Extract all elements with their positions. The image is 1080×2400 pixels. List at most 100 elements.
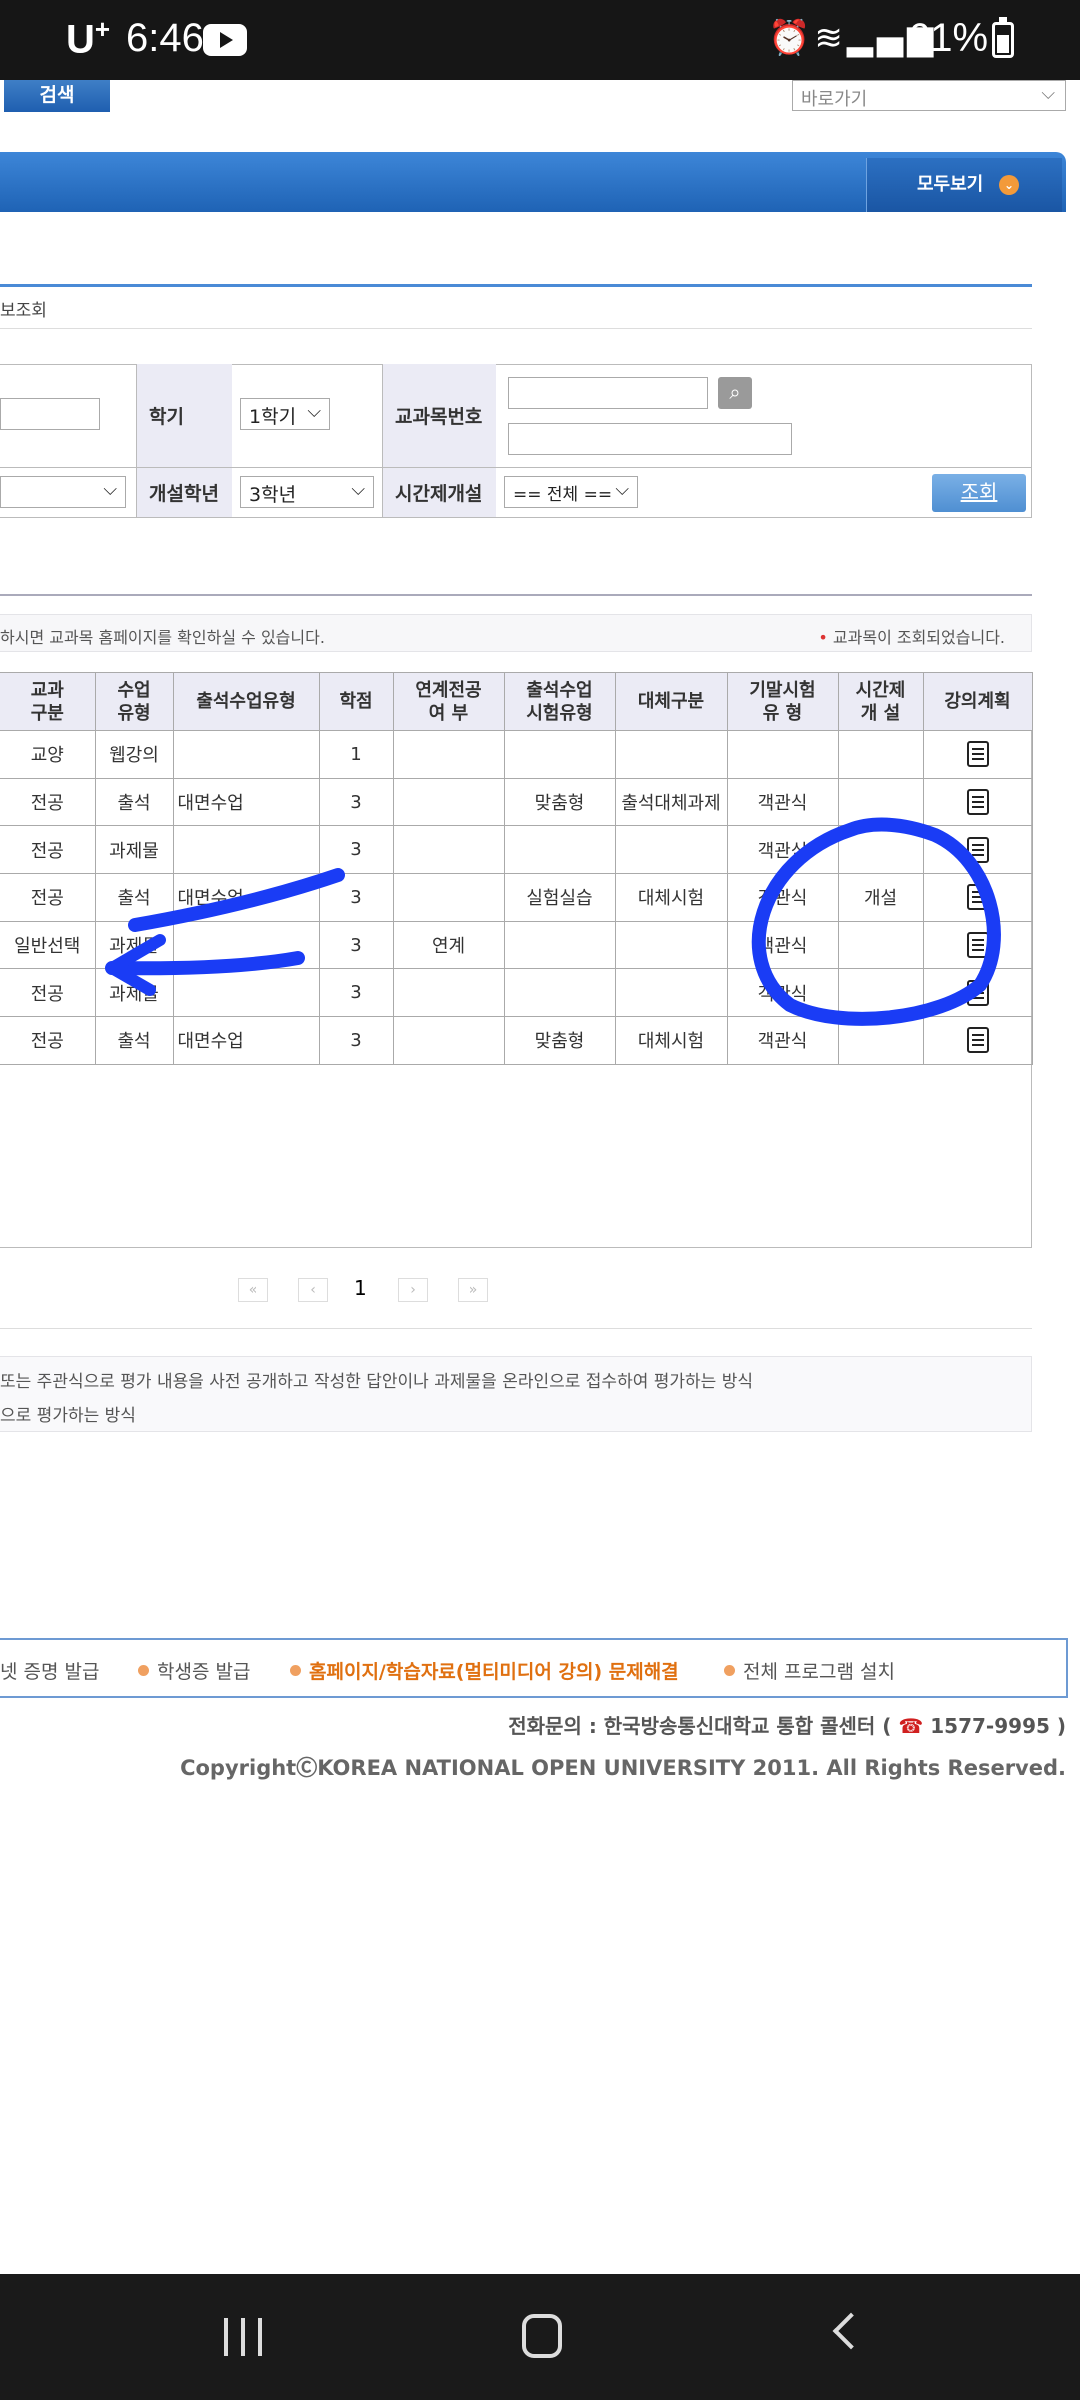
pagination-first[interactable]: «: [238, 1278, 268, 1302]
table-cell: 3: [318, 873, 394, 922]
table-cell: 대면수업: [172, 777, 320, 827]
grade-select[interactable]: 3학년 ⌵: [240, 476, 374, 508]
table-cell: 전공: [0, 873, 96, 922]
col-header-substitute: 대체구분: [614, 672, 728, 731]
table-cell: [837, 1016, 924, 1065]
semester-select[interactable]: 1학기 ⌵: [240, 398, 330, 430]
table-cell: 맞춤형: [503, 1016, 616, 1065]
table-cell: 맞춤형: [503, 777, 616, 827]
battery-percent: 61%: [908, 16, 989, 60]
table-row[interactable]: 교양 웹강의 1: [0, 730, 1033, 779]
table-cell: 과제물: [94, 968, 174, 1018]
table-cell: [172, 730, 320, 779]
table-cell: 웹강의: [94, 730, 174, 779]
pagination-next[interactable]: ›: [398, 1278, 428, 1302]
table-row[interactable]: 전공 출석 대면수업 3 맞춤형 출석대체과제 객관식: [0, 777, 1033, 827]
syllabus-document-icon[interactable]: [966, 836, 989, 863]
alarm-icon: ⏰: [768, 18, 815, 58]
table-cell: 전공: [0, 777, 96, 827]
table-cell: 과제물: [94, 825, 174, 875]
divider: [0, 328, 1032, 329]
table-cell: [837, 730, 924, 779]
table-cell: [837, 920, 924, 970]
table-cell: 전공: [0, 1016, 96, 1065]
table-row[interactable]: 전공 과제물 3 객관식: [0, 825, 1033, 875]
footer-link-troubleshoot[interactable]: 홈페이지/학습자료(멀티미디어 강의) 문제해결: [290, 1657, 679, 1684]
search-icon[interactable]: ⌕: [718, 377, 752, 409]
syllabus-cell[interactable]: [922, 873, 1033, 922]
table-cell: [172, 920, 320, 970]
goto-select[interactable]: 바로가기 ⌵: [792, 80, 1066, 111]
table-row[interactable]: 전공 출석 대면수업 3 맞춤형 대체시험 객관식: [0, 1016, 1033, 1065]
table-cell: 대면수업: [172, 873, 320, 922]
syllabus-cell[interactable]: [922, 777, 1033, 827]
chevron-down-icon: ⌵: [103, 479, 117, 500]
syllabus-document-icon[interactable]: [966, 1027, 989, 1054]
footer-link-student-id[interactable]: 학생증 발급: [138, 1657, 250, 1684]
pagination-current[interactable]: 1: [354, 1276, 367, 1300]
table-row[interactable]: 전공 출석 대면수업 3 실험실습 대체시험 객관식 개설: [0, 873, 1033, 922]
table-cell: [392, 777, 505, 827]
col-header-attendance-type: 출석수업유형: [172, 672, 320, 731]
footer-link-install[interactable]: 전체 프로그램 설치: [724, 1657, 895, 1684]
table-cell: 객관식: [726, 920, 839, 970]
syllabus-document-icon[interactable]: [966, 979, 989, 1006]
table-row[interactable]: 일반선택 과제물 3 연계 객관식: [0, 920, 1033, 970]
syllabus-cell[interactable]: [922, 1016, 1033, 1065]
table-cell: 전공: [0, 825, 96, 875]
table-cell: 3: [318, 825, 394, 875]
youtube-icon: [203, 24, 247, 56]
syllabus-cell[interactable]: [922, 968, 1033, 1018]
course-number-label: 교과목번호: [382, 364, 496, 467]
top-search-button[interactable]: 검색: [0, 80, 110, 112]
department-select[interactable]: ⌵: [0, 476, 126, 508]
page-title: 보조회: [0, 301, 47, 321]
syllabus-document-icon[interactable]: [966, 789, 989, 816]
parttime-select[interactable]: == 전체 == ⌵: [504, 476, 638, 508]
table-cell: [503, 968, 616, 1018]
table-cell: 교양: [0, 730, 96, 779]
query-button[interactable]: 조회: [932, 474, 1026, 512]
pagination-prev[interactable]: ‹: [298, 1278, 328, 1302]
pagination-last[interactable]: »: [458, 1278, 488, 1302]
divider: [0, 594, 1032, 596]
col-header-attendance-exam-type: 출석수업 시험유형: [503, 672, 616, 731]
recents-icon[interactable]: [222, 2318, 264, 2356]
table-cell: 과제물: [94, 920, 174, 970]
table-cell: [392, 968, 505, 1018]
syllabus-cell[interactable]: [922, 730, 1033, 779]
col-header-syllabus: 강의계획: [922, 672, 1033, 731]
info-bar: 하시면 교과목 홈페이지를 확인하실 수 있습니다. • 교과목이 조회되었습니…: [0, 614, 1032, 652]
table-cell: 출석대체과제: [614, 777, 728, 827]
table-cell: 대체시험: [614, 1016, 728, 1065]
battery-icon: [992, 17, 1014, 58]
table-cell: [837, 968, 924, 1018]
table-cell: 실험실습: [503, 873, 616, 922]
syllabus-document-icon[interactable]: [966, 884, 989, 911]
clock: 6:46: [126, 16, 204, 60]
table-cell: [392, 873, 505, 922]
syllabus-document-icon[interactable]: [966, 932, 989, 959]
col-header-category: 교과 구분: [0, 672, 96, 731]
title-divider: [0, 284, 1032, 287]
table-row[interactable]: 전공 과제물 3 객관식: [0, 968, 1033, 1018]
table-cell: [172, 968, 320, 1018]
table-cell: [392, 1016, 505, 1065]
year-input[interactable]: [0, 398, 100, 430]
col-header-class-type: 수업 유형: [94, 672, 174, 731]
course-number-input[interactable]: [508, 377, 708, 409]
syllabus-cell[interactable]: [922, 920, 1033, 970]
table-cell: [614, 920, 728, 970]
divider: [0, 1328, 1032, 1329]
footer-link-certificate[interactable]: 넷 증명 발급: [0, 1657, 99, 1684]
table-cell: [837, 777, 924, 827]
status-message: • 교과목이 조회되었습니다.: [818, 628, 1005, 647]
home-icon[interactable]: [522, 2314, 562, 2358]
view-all-button[interactable]: 모두보기 ⌄: [866, 158, 1062, 212]
syllabus-document-icon[interactable]: [966, 741, 989, 768]
course-name-input[interactable]: [508, 423, 792, 455]
contact-info: 전화문의 : 한국방송통신대학교 통합 콜센터 ( ☎ 1577-9995 ): [508, 1714, 1066, 1738]
syllabus-cell[interactable]: [922, 825, 1033, 875]
wifi-icon: ≋: [814, 18, 847, 58]
status-bar: U+ 6:46 ⏰≋▂▄▆ 61%: [0, 0, 1080, 80]
